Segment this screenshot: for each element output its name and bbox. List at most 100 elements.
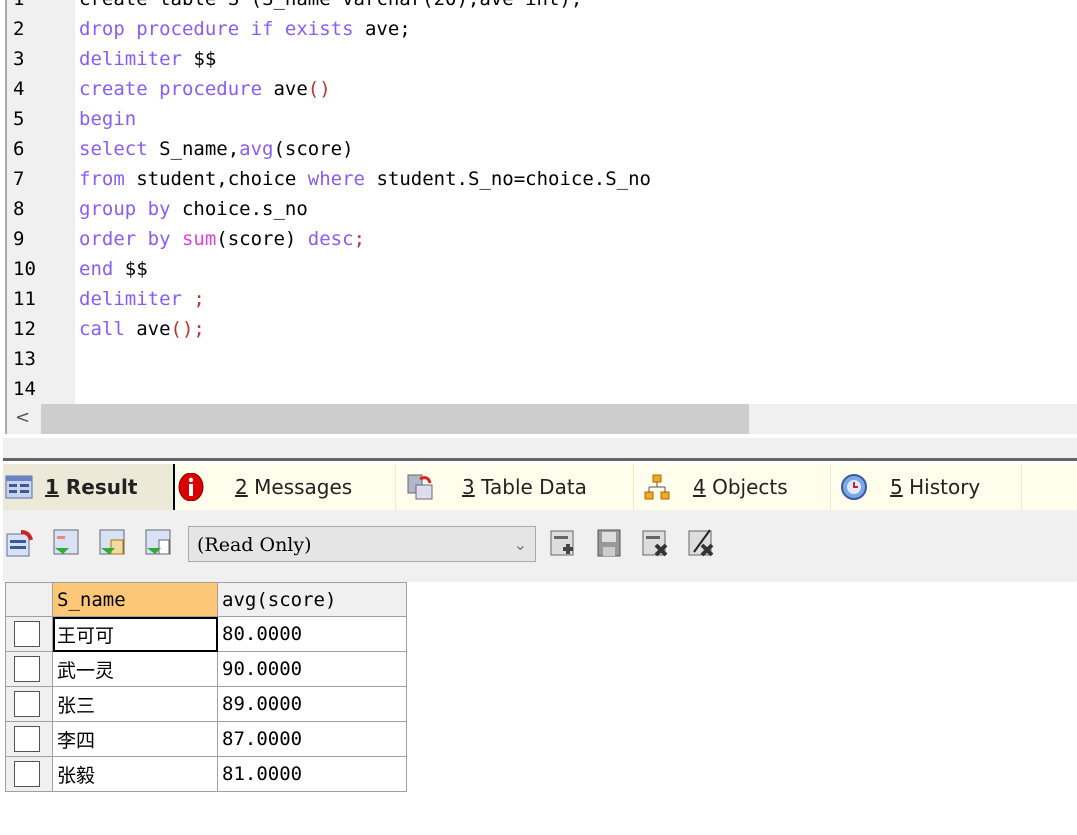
- tab-number: 5: [890, 475, 903, 499]
- code-token: ave;: [364, 18, 411, 40]
- select-value: (Read Only): [197, 534, 312, 556]
- tab-label: Result: [65, 475, 138, 499]
- cell-s-name[interactable]: 李四: [52, 721, 218, 757]
- horizontal-scrollbar[interactable]: <: [5, 404, 1077, 434]
- row-checkbox[interactable]: [14, 726, 40, 752]
- code-token: group by: [79, 198, 182, 220]
- tab-number: 1: [45, 475, 59, 499]
- code-token: ;: [193, 288, 205, 310]
- export-icon[interactable]: [51, 528, 81, 558]
- cancel-changes-icon[interactable]: [686, 528, 716, 558]
- history-icon: [841, 474, 867, 500]
- table-row[interactable]: 张毅 81.0000: [5, 756, 407, 792]
- code-token: desc: [307, 228, 354, 250]
- code-token: call: [79, 318, 137, 340]
- code-token: ave: [136, 318, 171, 340]
- cell-avg-score[interactable]: 89.0000: [217, 686, 407, 722]
- table-row[interactable]: 李四 87.0000: [5, 721, 407, 757]
- add-row-icon[interactable]: [548, 528, 578, 558]
- chevron-down-icon: ⌄: [513, 535, 527, 554]
- row-checkbox-cell[interactable]: [5, 721, 53, 757]
- code-token: choice.s_no: [181, 198, 308, 220]
- result-mode-select[interactable]: (Read Only) ⌄: [188, 526, 536, 562]
- cell-avg-score[interactable]: 80.0000: [217, 616, 407, 652]
- code-text: order by sum(score) desc;: [79, 224, 365, 254]
- code-token: begin: [79, 108, 137, 130]
- code-text: drop procedure if exists ave;: [79, 14, 411, 44]
- row-checkbox-cell[interactable]: [5, 756, 53, 792]
- cell-s-name[interactable]: 张三: [52, 686, 218, 722]
- scroll-left-icon[interactable]: <: [15, 407, 30, 428]
- row-checkbox[interactable]: [14, 691, 40, 717]
- code-text: delimiter $$: [79, 44, 216, 74]
- line-number: 8: [13, 198, 25, 220]
- tab-objects[interactable]: 4 Objects: [635, 464, 831, 510]
- line-number: 5: [13, 108, 25, 130]
- table-row[interactable]: 武一灵 90.0000: [5, 651, 407, 687]
- cell-avg-score[interactable]: 90.0000: [217, 651, 407, 687]
- row-checkbox[interactable]: [14, 656, 40, 682]
- export-excel-icon[interactable]: [97, 528, 127, 558]
- code-text: delimiter ;: [79, 284, 205, 314]
- result-grid: S_name avg(score) 王可可 80.0000 武一灵 90.0000 张三…: [5, 582, 407, 792]
- code-text: group by choice.s_no: [79, 194, 308, 224]
- code-text: create table S (S_name varchar(20),ave i…: [79, 0, 582, 14]
- code-text: end $$: [79, 254, 148, 284]
- info-icon: [178, 473, 204, 501]
- tab-number: 3: [462, 475, 475, 499]
- code-token: where: [307, 168, 377, 190]
- cell-avg-score[interactable]: 87.0000: [217, 721, 407, 757]
- scrollbar-thumb[interactable]: [41, 404, 749, 434]
- code-token: from: [79, 168, 137, 190]
- cell-avg-score[interactable]: 81.0000: [217, 756, 407, 792]
- tab-label: Objects: [712, 475, 788, 499]
- code-token: end: [79, 258, 125, 280]
- sql-editor[interactable]: 1 create table S (S_name varchar(20),ave …: [5, 0, 1077, 404]
- code-token: student.S_no=choice.S_no: [376, 168, 651, 190]
- row-checkbox[interactable]: [14, 621, 40, 647]
- table-row[interactable]: 张三 89.0000: [5, 686, 407, 722]
- row-checkbox[interactable]: [14, 761, 40, 787]
- code-text: from student,choice where student.S_no=c…: [79, 164, 651, 194]
- code-token: sum: [181, 228, 217, 250]
- cell-s-name[interactable]: 张毅: [52, 756, 218, 792]
- table-row[interactable]: 王可可 80.0000: [5, 616, 407, 652]
- result-toolbar: (Read Only) ⌄: [3, 510, 1077, 582]
- code-token: S_name,: [159, 138, 240, 160]
- column-header-s-name[interactable]: S_name: [52, 582, 218, 617]
- row-checkbox-cell[interactable]: [5, 616, 53, 652]
- tab-number: 2: [235, 475, 248, 499]
- splitter[interactable]: [3, 436, 1077, 460]
- code-text: begin: [79, 104, 136, 134]
- tab-table-data[interactable]: 3 Table Data: [396, 464, 634, 510]
- table-data-icon: [407, 474, 433, 500]
- save-icon[interactable]: [594, 528, 624, 558]
- row-checkbox-cell[interactable]: [5, 686, 53, 722]
- code-token: order by: [79, 228, 182, 250]
- refresh-results-icon[interactable]: [5, 528, 35, 558]
- column-header-avg-score[interactable]: avg(score): [217, 582, 407, 617]
- code-text: select S_name,avg(score): [79, 134, 354, 164]
- tab-messages[interactable]: 2 Messages: [175, 464, 396, 510]
- code-token: avg: [239, 138, 274, 160]
- cell-s-name[interactable]: 王可可: [52, 616, 218, 652]
- code-token: ave: [273, 78, 308, 100]
- tab-history[interactable]: 5 History: [832, 464, 1022, 510]
- row-checkbox-cell[interactable]: [5, 651, 53, 687]
- code-token: create table S (S_name varchar(20),ave i…: [79, 0, 582, 10]
- delete-row-icon[interactable]: [640, 528, 670, 558]
- line-number: 10: [13, 258, 36, 280]
- line-number: 3: [13, 48, 25, 70]
- line-number: 4: [13, 78, 25, 100]
- tab-result[interactable]: 1 Result: [3, 464, 175, 510]
- code-token: (score): [216, 228, 308, 250]
- line-number: 7: [13, 168, 25, 190]
- line-number: 2: [13, 18, 25, 40]
- code-token: student,choice: [136, 168, 308, 190]
- cell-s-name[interactable]: 武一灵: [52, 651, 218, 687]
- export-file-icon[interactable]: [143, 528, 173, 558]
- code-text: call ave();: [79, 314, 205, 344]
- code-token: (): [307, 78, 331, 100]
- line-number: 9: [13, 228, 25, 250]
- row-selector-header[interactable]: [5, 582, 53, 617]
